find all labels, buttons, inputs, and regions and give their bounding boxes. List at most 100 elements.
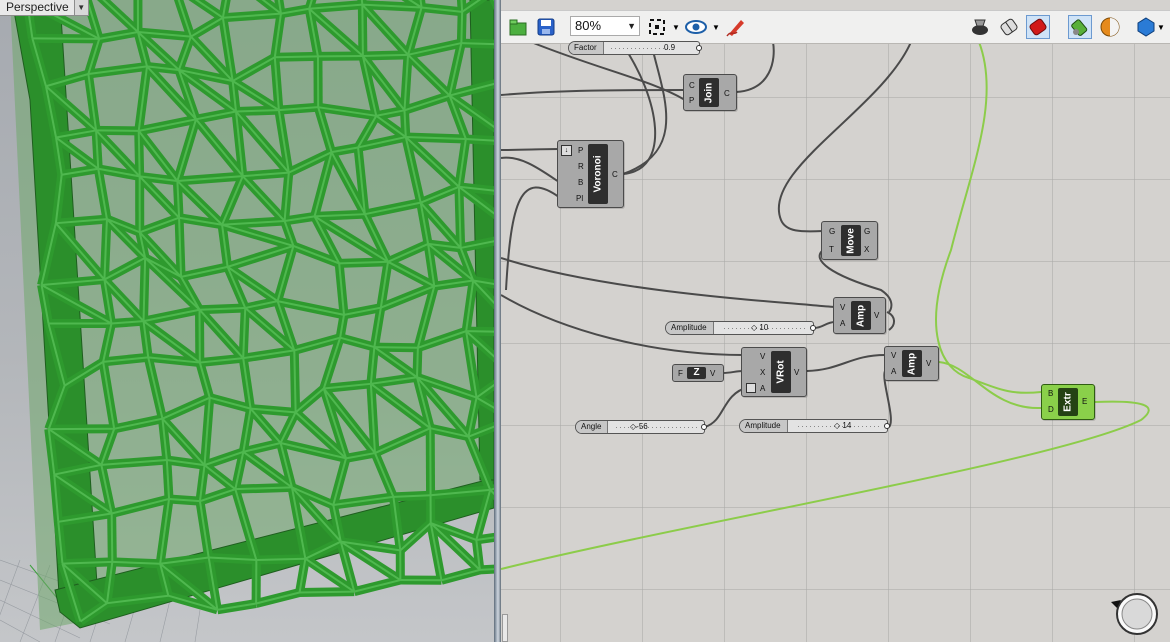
move-input-t[interactable]: T bbox=[829, 245, 834, 254]
unit-z-output-v[interactable]: V bbox=[710, 369, 715, 378]
bake-icon[interactable] bbox=[1068, 15, 1092, 39]
vrot-name: VRot bbox=[775, 360, 787, 384]
amplitude-slider-2-label: Amplitude bbox=[740, 420, 788, 432]
amp2-input-a[interactable]: A bbox=[891, 367, 896, 376]
vector-rotate-component[interactable]: V X A VRot V bbox=[741, 347, 807, 397]
extr-input-b[interactable]: B bbox=[1048, 389, 1053, 398]
extr-output-e[interactable]: E bbox=[1082, 397, 1087, 406]
amplitude-slider-2-value: ◇ 14 bbox=[834, 421, 852, 430]
unit-z-input-f[interactable]: F bbox=[678, 369, 683, 378]
graft-arrow-icon[interactable]: ↓ bbox=[561, 145, 572, 156]
panel-splitter[interactable] bbox=[494, 0, 501, 642]
voronoi-input-p[interactable]: P bbox=[578, 146, 583, 155]
wire-z-vrot bbox=[722, 370, 744, 374]
voronoi-edge bbox=[374, 346, 418, 349]
unit-z-component[interactable]: F Z V bbox=[672, 364, 724, 382]
move-output-g[interactable]: G bbox=[864, 227, 870, 236]
material-icon[interactable] bbox=[1098, 15, 1122, 39]
zoom-level-value: 80% bbox=[575, 18, 602, 33]
chevron-down-icon[interactable]: ▼ bbox=[712, 23, 720, 32]
canvas-navigation-wheel-icon[interactable] bbox=[1107, 588, 1163, 640]
preview-eye-icon[interactable] bbox=[684, 15, 708, 39]
angle-slider-number: -56 bbox=[636, 422, 648, 431]
move-output-x[interactable]: X bbox=[864, 245, 869, 254]
chevron-down-icon[interactable]: ▼ bbox=[672, 23, 680, 32]
join-output-c[interactable]: C bbox=[724, 89, 730, 98]
open-file-icon[interactable] bbox=[506, 15, 530, 39]
selected-preview-icon[interactable] bbox=[1026, 15, 1050, 39]
wire-to-join-c bbox=[501, 89, 686, 96]
amp1-input-a[interactable]: A bbox=[840, 319, 845, 328]
amplitude-slider-2[interactable]: Amplitude ◇ 14 bbox=[739, 419, 890, 433]
join-input-c[interactable]: C bbox=[689, 81, 695, 90]
vertical-scrollbar[interactable] bbox=[502, 614, 508, 642]
wire-to-voronoi-p bbox=[501, 148, 560, 151]
amp1-input-v[interactable]: V bbox=[840, 303, 845, 312]
wire-amplitude1-amp1 bbox=[813, 321, 836, 329]
degrees-toggle-icon[interactable] bbox=[746, 383, 756, 393]
zoom-level-select[interactable]: 80% ▼ bbox=[570, 16, 640, 36]
sketch-pen-icon[interactable] bbox=[724, 15, 748, 39]
amp1-output-v[interactable]: V bbox=[874, 311, 879, 320]
chevron-down-icon[interactable]: ▼ bbox=[1157, 23, 1165, 32]
voronoi-input-b[interactable]: B bbox=[578, 178, 583, 187]
vrot-input-a[interactable]: A bbox=[760, 384, 765, 393]
voronoi-edge bbox=[299, 590, 355, 594]
voronoi-output-c[interactable]: C bbox=[612, 170, 618, 179]
amplitude-component-2[interactable]: V A Amp V bbox=[884, 346, 939, 381]
preview-shaded-icon[interactable] bbox=[968, 15, 992, 39]
wire-display-icon[interactable] bbox=[997, 15, 1021, 39]
zoom-extents-icon[interactable] bbox=[646, 15, 670, 39]
amp2-name: Amp bbox=[906, 352, 918, 375]
wire-vrot-amp2 bbox=[806, 354, 886, 372]
extr-input-d[interactable]: D bbox=[1048, 405, 1054, 414]
vrot-input-v[interactable]: V bbox=[760, 352, 765, 361]
factor-slider[interactable]: Factor 0.9 bbox=[568, 41, 702, 55]
move-component[interactable]: G T Move G X bbox=[821, 221, 878, 260]
wire-voronoi-loop bbox=[620, 41, 656, 175]
move-input-g[interactable]: G bbox=[829, 227, 835, 236]
voronoi-edge bbox=[362, 53, 409, 58]
vrot-input-x[interactable]: X bbox=[760, 368, 765, 377]
angle-slider-grip[interactable] bbox=[701, 424, 707, 430]
amplitude-component-1[interactable]: V A Amp V bbox=[833, 297, 886, 334]
factor-slider-grip[interactable] bbox=[696, 45, 702, 51]
wire-to-amp1-v bbox=[501, 257, 836, 308]
viewport-title[interactable]: Perspective bbox=[0, 0, 74, 15]
join-name: Join bbox=[703, 82, 715, 103]
dropdown-arrow-icon[interactable]: ▼ bbox=[73, 0, 88, 15]
amplitude-slider-1-grip[interactable] bbox=[810, 325, 816, 331]
voronoi-edge bbox=[137, 130, 141, 177]
amp2-input-v[interactable]: V bbox=[891, 351, 896, 360]
amplitude-slider-2-grip[interactable] bbox=[884, 423, 890, 429]
amplitude-slider-1[interactable]: Amplitude ◇ 10 bbox=[665, 321, 816, 335]
join-component[interactable]: C P Join C bbox=[683, 74, 737, 111]
voronoi-input-r[interactable]: R bbox=[578, 162, 584, 171]
voronoi-component[interactable]: ↓ P R B Pl Voronoi C bbox=[557, 140, 624, 208]
mesh-preview-icon[interactable] bbox=[1134, 15, 1158, 39]
extrude-component[interactable]: B D Extr E bbox=[1041, 384, 1095, 420]
angle-slider[interactable]: Angle ◇-56 bbox=[575, 420, 707, 434]
amplitude-slider-1-label: Amplitude bbox=[666, 322, 714, 334]
wire-to-extr-b bbox=[935, 41, 1042, 394]
grasshopper-canvas-panel[interactable]: 80% ▼ ▼ ▼ ▼ Factor 0.9 C P Join C ↓ P R … bbox=[501, 0, 1170, 642]
angle-slider-track bbox=[616, 427, 700, 428]
angle-slider-label: Angle bbox=[576, 421, 609, 433]
save-icon[interactable] bbox=[534, 15, 558, 39]
factor-slider-label: Factor bbox=[569, 42, 604, 54]
voronoi-input-pl[interactable]: Pl bbox=[576, 194, 583, 203]
wire-to-voronoi-pl bbox=[505, 186, 560, 291]
rhino-perspective-viewport[interactable]: Perspective ▼ bbox=[0, 0, 494, 642]
voronoi-edge bbox=[256, 557, 306, 561]
factor-slider-track bbox=[611, 48, 671, 49]
amp2-output-v[interactable]: V bbox=[926, 359, 931, 368]
wire-factor-voronoi bbox=[622, 41, 668, 175]
vrot-output-v[interactable]: V bbox=[794, 368, 799, 377]
move-name: Move bbox=[845, 227, 857, 254]
voronoi-name: Voronoi bbox=[592, 155, 604, 193]
voronoi-edge bbox=[293, 350, 297, 413]
viewport-tab[interactable]: Perspective ▼ bbox=[0, 0, 89, 16]
amplitude-slider-1-value: ◇ 10 bbox=[751, 323, 769, 332]
wire-to-move-g bbox=[777, 41, 912, 233]
join-input-p[interactable]: P bbox=[689, 96, 694, 105]
